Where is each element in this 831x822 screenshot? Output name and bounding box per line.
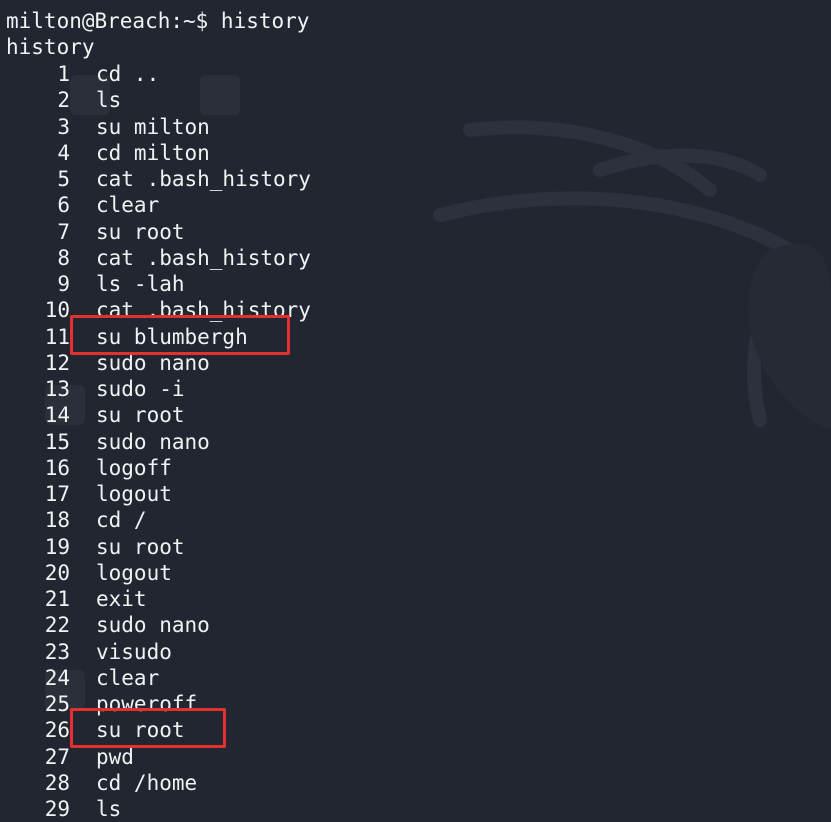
history-entry: 14 su root [0, 402, 831, 428]
history-entry-command: su root [96, 403, 185, 428]
history-entry: 28 cd /home [0, 770, 831, 796]
history-entry-number: 16 [44, 455, 70, 480]
history-entry-command: logout [96, 482, 172, 506]
history-entry-command: sudo -i [96, 377, 185, 401]
history-entry-number: 9 [57, 272, 70, 296]
history-entry-command: clear [96, 193, 160, 218]
history-entry: 2 ls [0, 87, 831, 113]
history-entry: 18 cd / [0, 507, 831, 533]
history-entry-number: 13 [44, 377, 70, 401]
history-entry: 9 ls -lah [0, 271, 831, 297]
history-entry-command: cat .bash_history [96, 245, 311, 270]
history-entry: 13 sudo -i [0, 376, 831, 402]
history-entry-command: su milton [96, 114, 210, 139]
history-entry: 5 cat .bash_history [0, 166, 831, 192]
history-entry-number: 1 [57, 62, 70, 86]
history-entry-number: 2 [57, 88, 70, 113]
history-entry-command: cd milton [96, 140, 210, 165]
history-entry-command: logout [96, 560, 172, 585]
history-entry: 16 logoff [0, 455, 831, 481]
history-entry-number: 7 [57, 219, 70, 244]
history-entry-number: 24 [44, 665, 70, 690]
red-highlight-box [70, 708, 226, 749]
history-entry-command: cd .. [96, 62, 160, 86]
terminal-window[interactable]: milton@Breach:~$ history history 1 cd .. 2… [0, 0, 831, 822]
history-entry-number: 26 [44, 718, 70, 743]
history-entry-command: ls -lah [96, 272, 185, 296]
history-entry-number: 3 [57, 114, 70, 139]
history-entry-number: 15 [44, 429, 70, 454]
history-entry-number: 8 [57, 245, 70, 270]
history-entry: 20 logout [0, 560, 831, 586]
history-entry-command: sudo nano [96, 613, 210, 638]
command-echo: history [6, 35, 95, 59]
history-entry-number: 6 [57, 193, 70, 218]
history-entry-command: clear [96, 665, 160, 690]
history-entry: 22 sudo nano [0, 612, 831, 638]
history-entry-command: cd / [96, 508, 147, 533]
history-entry-number: 22 [44, 613, 70, 638]
history-entry: 15 sudo nano [0, 429, 831, 455]
history-entry-number: 28 [44, 770, 70, 795]
history-entry: 4 cd milton [0, 140, 831, 166]
history-entry-number: 18 [44, 508, 70, 533]
history-entry-command: ls [96, 88, 122, 113]
history-entry: 7 su root [0, 219, 831, 245]
history-entry-number: 29 [44, 797, 70, 821]
history-entry-number: 11 [44, 324, 70, 349]
history-entry-command: cat .bash_history [96, 167, 311, 191]
history-entry-command: cd /home [96, 770, 198, 795]
history-entry-number: 10 [44, 298, 70, 323]
history-entry-command: exit [96, 587, 147, 611]
history-entry: 3 su milton [0, 114, 831, 140]
history-entry-command: su root [96, 219, 185, 244]
history-entry-number: 23 [44, 639, 70, 664]
history-entry: 19 su root [0, 534, 831, 560]
history-entry: 6 clear [0, 192, 831, 218]
history-entry-command: logoff [96, 455, 172, 480]
history-entry-number: 21 [44, 587, 70, 611]
history-entry-number: 25 [44, 692, 70, 716]
history-entry-number: 17 [44, 482, 70, 506]
history-entry: 21 exit [0, 586, 831, 612]
history-entry-command: ls [96, 797, 122, 821]
history-entry-number: 27 [44, 744, 70, 769]
history-entry-number: 4 [57, 140, 70, 165]
prompt-line: milton@Breach:~$ history [6, 9, 310, 33]
history-entry-number: 5 [57, 167, 70, 191]
history-entry-command: sudo nano [96, 429, 210, 454]
history-entry: 1 cd .. [0, 61, 831, 87]
history-entry: 23 visudo [0, 639, 831, 665]
history-entry-command: su root [96, 534, 185, 559]
history-entry: 17 logout [0, 481, 831, 507]
history-entry-command: visudo [96, 639, 172, 664]
history-entry-number: 14 [44, 403, 70, 428]
history-entry-number: 20 [44, 560, 70, 585]
history-entry: 8 cat .bash_history [0, 245, 831, 271]
red-highlight-box [70, 314, 290, 355]
history-entry-number: 19 [44, 534, 70, 559]
history-entry-number: 12 [44, 350, 70, 375]
history-entry: 24 clear [0, 665, 831, 691]
history-entry: 29 ls [0, 796, 831, 822]
